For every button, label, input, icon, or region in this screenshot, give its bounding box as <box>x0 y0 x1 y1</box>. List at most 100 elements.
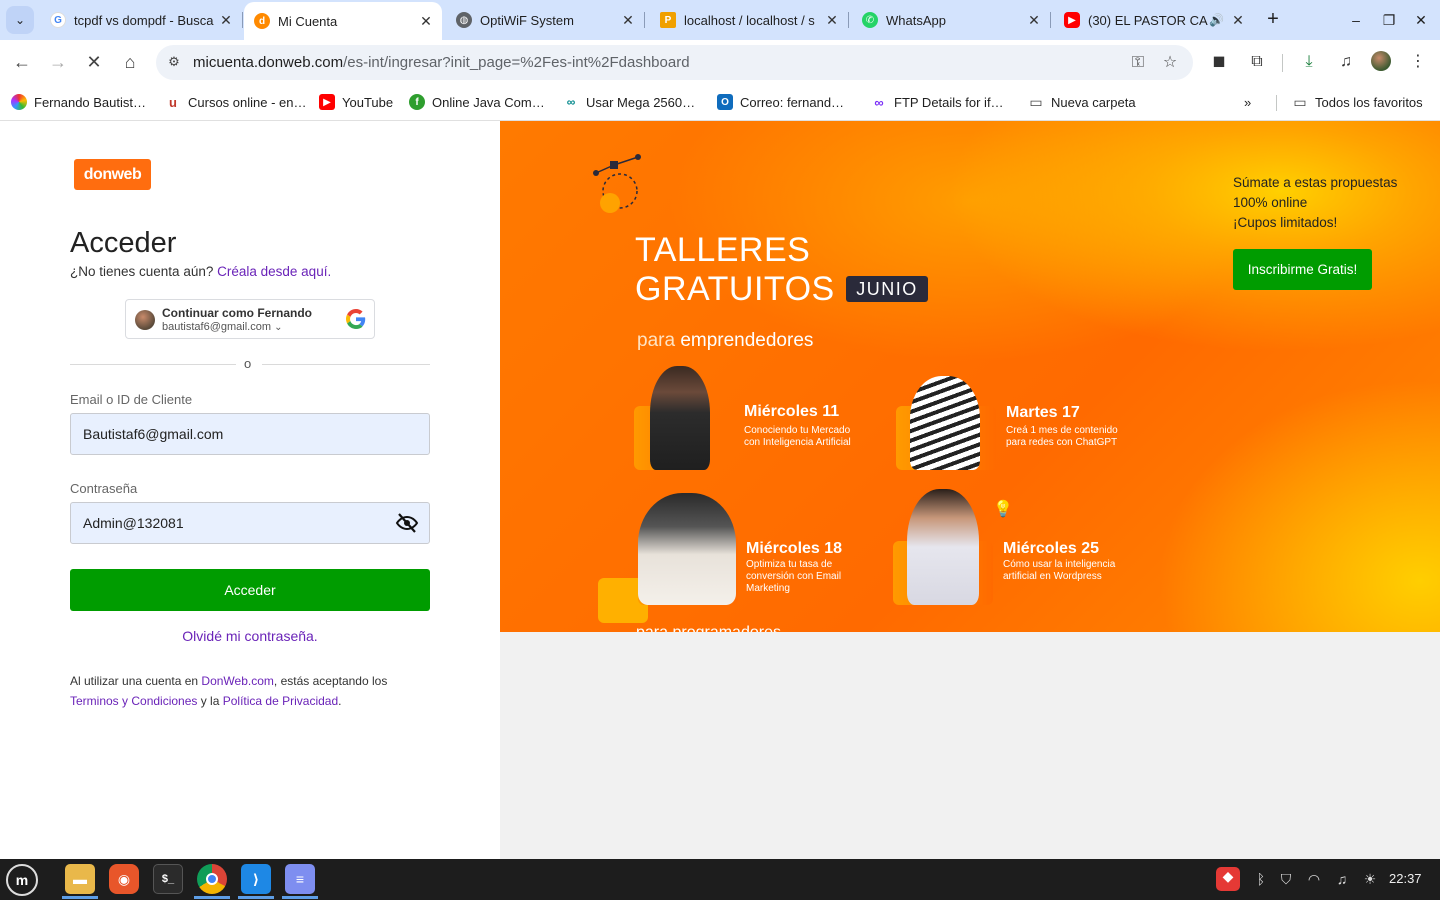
tab-mi-cuenta[interactable]: d Mi Cuenta ✕ <box>244 2 442 40</box>
all-bookmarks-folder[interactable]: ▭ Todos los favoritos <box>1292 92 1423 112</box>
vscode-icon[interactable]: ⟩ <box>241 864 271 894</box>
wifi-icon[interactable]: ◠ <box>1305 870 1323 888</box>
bookmark-item[interactable]: ∞ Usar Mega 2560… <box>563 92 695 112</box>
java-compiler-icon: f <box>409 94 425 110</box>
forgot-password-link[interactable]: Olvidé mi contraseña. <box>0 628 500 644</box>
session-day: Miércoles 11 <box>744 403 840 420</box>
email-field[interactable]: Bautistaf6@gmail.com <box>70 413 430 455</box>
os-taskbar: m ▬ ◉ $_ ⟩ ≡ ◆ ᛒ ⛉ ◠ ♫ ☀ 22:37 <box>0 859 1440 900</box>
speaker-icon[interactable]: 🔊 <box>1209 13 1224 27</box>
tab-search-button[interactable]: ⌄ <box>6 6 34 34</box>
google-signin-button[interactable]: Continuar como Fernando bautistaf6@gmail… <box>125 299 375 339</box>
privacy-link[interactable]: Política de Privacidad <box>223 694 338 708</box>
stop-loading-button[interactable]: ✕ <box>82 50 106 74</box>
youtube-icon: ▶ <box>1064 12 1080 28</box>
tab-strip: ⌄ G tcpdf vs dompdf - Busca ✕ d Mi Cuent… <box>0 0 1440 40</box>
tab-title: tcpdf vs dompdf - Busca <box>74 12 214 28</box>
terminal-icon[interactable]: $_ <box>153 864 183 894</box>
speaker-photo <box>638 493 736 605</box>
minimize-button[interactable]: – <box>1344 8 1368 32</box>
bookmark-folder[interactable]: ▭ Nueva carpeta <box>1028 92 1136 112</box>
divider-line <box>70 364 236 365</box>
bluetooth-icon[interactable]: ᛒ <box>1252 870 1270 888</box>
url-host: micuenta.donweb.com <box>193 54 344 71</box>
bookmark-item[interactable]: Fernando Bautist… <box>11 92 146 112</box>
bookmark-star-icon[interactable]: ☆ <box>1160 53 1180 73</box>
session-desc: Conociendo tu Mercado con Inteligencia A… <box>744 425 851 448</box>
session-day: Miércoles 25 <box>1003 540 1100 557</box>
text-editor-icon[interactable]: ≡ <box>285 864 315 894</box>
bookmark-item[interactable]: u Cursos online - en… <box>165 92 307 112</box>
anydesk-icon[interactable]: ◆ <box>1216 867 1240 891</box>
mint-menu-icon[interactable]: m <box>6 864 38 896</box>
donweb-site-link[interactable]: DonWeb.com <box>201 674 273 688</box>
brightness-icon[interactable]: ☀ <box>1361 870 1379 888</box>
donweb-logo[interactable]: donweb <box>74 159 151 190</box>
gear-network-icon <box>593 154 641 213</box>
shield-icon[interactable]: ⛉ <box>1277 870 1295 888</box>
firefox-icon[interactable]: ◉ <box>109 864 139 894</box>
tab-title: Mi Cuenta <box>278 13 338 29</box>
tab-localhost[interactable]: P localhost / localhost / s ✕ <box>650 4 849 36</box>
back-button[interactable]: ← <box>10 50 34 74</box>
session-desc: Creá 1 mes de contenido para redes con C… <box>1006 425 1118 448</box>
window-close-button[interactable]: ✕ <box>1409 8 1433 32</box>
arduino-icon: ∞ <box>563 94 579 110</box>
banner-subtitle: para emprendedores <box>637 330 814 351</box>
close-icon[interactable]: ✕ <box>618 12 638 29</box>
bookmarks-overflow-button[interactable]: » <box>1244 92 1251 112</box>
extensions-icon[interactable]: ⧉ <box>1246 51 1268 73</box>
google-account-email: bautistaf6@gmail.com ⌄ <box>162 321 283 333</box>
bookmark-item[interactable]: ∞ FTP Details for if… <box>871 92 1004 112</box>
close-icon[interactable]: ✕ <box>1024 12 1044 29</box>
bookmark-item[interactable]: O Correo: fernand… <box>717 92 844 112</box>
signup-link[interactable]: Créala desde aquí. <box>217 264 331 279</box>
chevron-down-icon: ⌄ <box>274 322 283 333</box>
media-control-icon[interactable]: ♫ <box>1335 51 1357 73</box>
close-icon[interactable]: ✕ <box>822 12 842 29</box>
promo-banner[interactable]: TALLERES GRATUITOS JUNIO para emprendedor… <box>500 121 1440 632</box>
download-icon[interactable]: ⤓ <box>1298 51 1320 73</box>
tab-groups-icon[interactable]: ◼ <box>1208 51 1230 73</box>
google-g-icon <box>346 309 366 329</box>
login-submit-button[interactable]: Acceder <box>70 569 430 611</box>
tab-optiwif[interactable]: ◍ OptiWiF System ✕ <box>446 4 645 36</box>
session-day: Miércoles 18 <box>746 540 843 557</box>
speaker-photo <box>650 366 710 470</box>
session-desc: Cómo usar la inteligencia artificial en … <box>1003 559 1116 582</box>
tab-youtube[interactable]: ▶ (30) EL PASTOR CA 🔊 ✕ <box>1054 4 1254 36</box>
profile-avatar-icon[interactable] <box>1371 51 1393 73</box>
password-key-icon[interactable]: ⚿ <box>1128 53 1148 73</box>
google-g-icon: G <box>50 12 66 28</box>
browser-toolbar: ← → ✕ ⌂ ⚙ micuenta.donweb.com/es-int/ing… <box>0 40 1440 85</box>
site-info-icon[interactable]: ⚙ <box>166 54 182 70</box>
or-separator: o <box>244 356 252 371</box>
maximize-button[interactable]: ❐ <box>1377 8 1401 32</box>
password-value: Admin@132081 <box>83 515 184 531</box>
close-icon[interactable]: ✕ <box>1228 12 1248 29</box>
password-field[interactable]: Admin@132081 <box>70 502 430 544</box>
home-button[interactable]: ⌂ <box>118 50 142 74</box>
enroll-free-button[interactable]: Inscribirme Gratis! <box>1233 249 1372 290</box>
new-tab-button[interactable]: + <box>1262 8 1284 30</box>
tab-tcpdf[interactable]: G tcpdf vs dompdf - Busca ✕ <box>40 4 243 36</box>
month-badge: JUNIO <box>846 276 928 302</box>
close-icon[interactable]: ✕ <box>416 13 436 30</box>
files-icon[interactable]: ▬ <box>65 864 95 894</box>
outlook-icon: O <box>717 94 733 110</box>
page-content: donweb Acceder ¿No tienes cuenta aún? Cr… <box>0 121 1440 859</box>
chrome-icon[interactable] <box>197 864 227 894</box>
music-note-icon[interactable]: ♫ <box>1333 870 1351 888</box>
forward-button[interactable]: → <box>46 50 70 74</box>
close-icon[interactable]: ✕ <box>216 12 236 29</box>
tab-title: OptiWiF System <box>480 12 574 28</box>
address-bar[interactable]: ⚙ micuenta.donweb.com/es-int/ingresar?in… <box>156 45 1193 80</box>
bookmark-item[interactable]: ▶ YouTube <box>319 92 393 112</box>
terms-link[interactable]: Terminos y Condiciones <box>70 694 197 708</box>
url-text[interactable]: micuenta.donweb.com/es-int/ingresar?init… <box>193 54 690 71</box>
eye-slash-icon[interactable] <box>395 511 419 535</box>
bookmark-item[interactable]: f Online Java Com… <box>409 92 545 112</box>
menu-kebab-icon[interactable]: ⋮ <box>1407 51 1429 73</box>
clock[interactable]: 22:37 <box>1389 871 1422 886</box>
tab-whatsapp[interactable]: ✆ WhatsApp ✕ <box>852 4 1051 36</box>
